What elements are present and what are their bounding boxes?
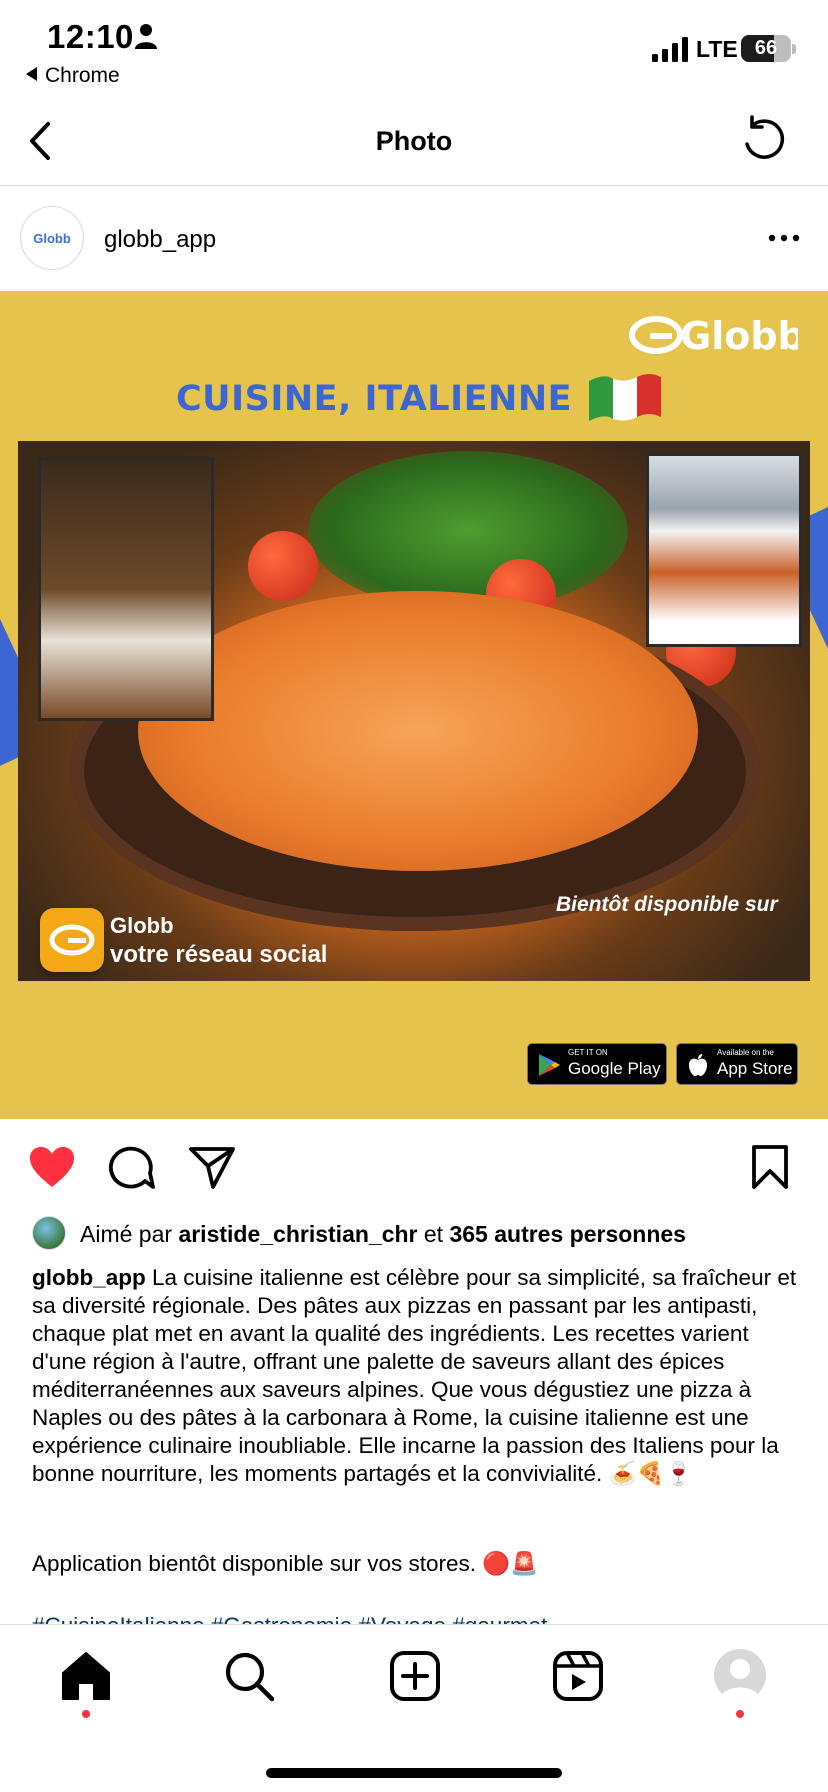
refresh-icon[interactable] — [738, 112, 790, 164]
google-play-badge: GET IT ON Google Play — [527, 1043, 667, 1085]
person-icon — [135, 24, 157, 49]
battery-percent: 66 — [754, 37, 778, 59]
liker-avatar[interactable] — [32, 1216, 66, 1250]
profile-notification-dot — [736, 1710, 744, 1718]
avatar[interactable]: Globb — [20, 206, 84, 270]
likes-text: Aimé par aristide_christian_chr et 365 a… — [80, 1221, 686, 1248]
inset-photo-spaghetti — [646, 453, 802, 647]
back-triangle-icon — [26, 67, 37, 81]
apple-icon — [689, 1054, 707, 1076]
inset-photo-lasagna — [38, 457, 214, 721]
globb-logo-text: Globb — [680, 314, 798, 358]
tomato — [248, 531, 318, 601]
app-store-badge: Available on the App Store — [676, 1043, 798, 1085]
google-play-icon — [539, 1054, 560, 1076]
google-play-big: Google Play — [568, 1059, 661, 1078]
promo-title: CUISINE, ITALIENNE — [176, 379, 573, 419]
avatar-logo-text: Globb — [33, 230, 71, 246]
signal-icon — [652, 37, 688, 62]
caption-text: La cuisine italienne est célèbre pour sa… — [32, 1265, 797, 1486]
page-title: Photo — [375, 126, 453, 156]
globb-app-icon — [40, 908, 104, 972]
promo-tagline: votre réseau social — [110, 941, 328, 968]
battery-icon: 66 — [741, 35, 791, 62]
promo-brand: Globb — [110, 913, 174, 938]
post-actions — [0, 1119, 828, 1211]
caption-app-line: Application bientôt disponible sur vos s… — [32, 1551, 539, 1576]
home-indicator — [266, 1768, 562, 1778]
home-notification-dot — [82, 1710, 90, 1718]
likes-others[interactable]: 365 autres personnes — [449, 1221, 686, 1247]
post-image[interactable]: Globb CUISINE, ITALIENNE Globb votre rés… — [0, 291, 828, 1119]
caption-username[interactable]: globb_app — [32, 1265, 146, 1290]
bookmark-icon[interactable] — [745, 1143, 795, 1191]
battery-nub — [792, 44, 796, 54]
nav-header: Photo — [0, 96, 828, 186]
network-type: LTE — [696, 36, 738, 62]
home-icon[interactable] — [59, 1649, 113, 1703]
back-to-app-link[interactable]: Chrome — [26, 64, 120, 88]
post-header: Globb globb_app — [0, 186, 828, 291]
reels-icon[interactable] — [551, 1649, 605, 1703]
bottom-tab-bar — [0, 1624, 828, 1792]
pasta — [138, 591, 698, 871]
app-store-small: Available on the — [717, 1048, 774, 1057]
globb-logo: Globb — [629, 314, 798, 358]
likes-middle: et — [417, 1221, 450, 1247]
profile-icon[interactable] — [714, 1649, 766, 1701]
heart-filled-icon[interactable] — [27, 1143, 77, 1191]
likes-prefix: Aimé par — [80, 1221, 179, 1247]
promo-available-soon: Bientôt disponible sur — [556, 893, 778, 916]
send-icon[interactable] — [187, 1143, 237, 1191]
post-username[interactable]: globb_app — [104, 226, 216, 254]
more-options-icon[interactable] — [762, 216, 806, 260]
back-app-label: Chrome — [45, 64, 120, 87]
status-bar: 12:10 Chrome LTE 66 — [0, 0, 828, 96]
google-play-small: GET IT ON — [568, 1048, 608, 1057]
greens — [308, 451, 628, 611]
profile-silhouette — [720, 1659, 760, 1701]
app-store-big: App Store — [717, 1059, 793, 1078]
plus-square-icon[interactable] — [388, 1649, 442, 1703]
search-icon[interactable] — [222, 1649, 276, 1703]
italy-flag-icon — [589, 374, 661, 421]
post-caption: globb_app La cuisine italienne est célèb… — [32, 1264, 802, 1488]
comment-icon[interactable] — [107, 1143, 157, 1191]
likes-summary[interactable]: Aimé par aristide_christian_chr et 365 a… — [32, 1216, 812, 1254]
status-time: 12:10 — [47, 18, 134, 55]
liker-username[interactable]: aristide_christian_chr — [178, 1221, 417, 1247]
